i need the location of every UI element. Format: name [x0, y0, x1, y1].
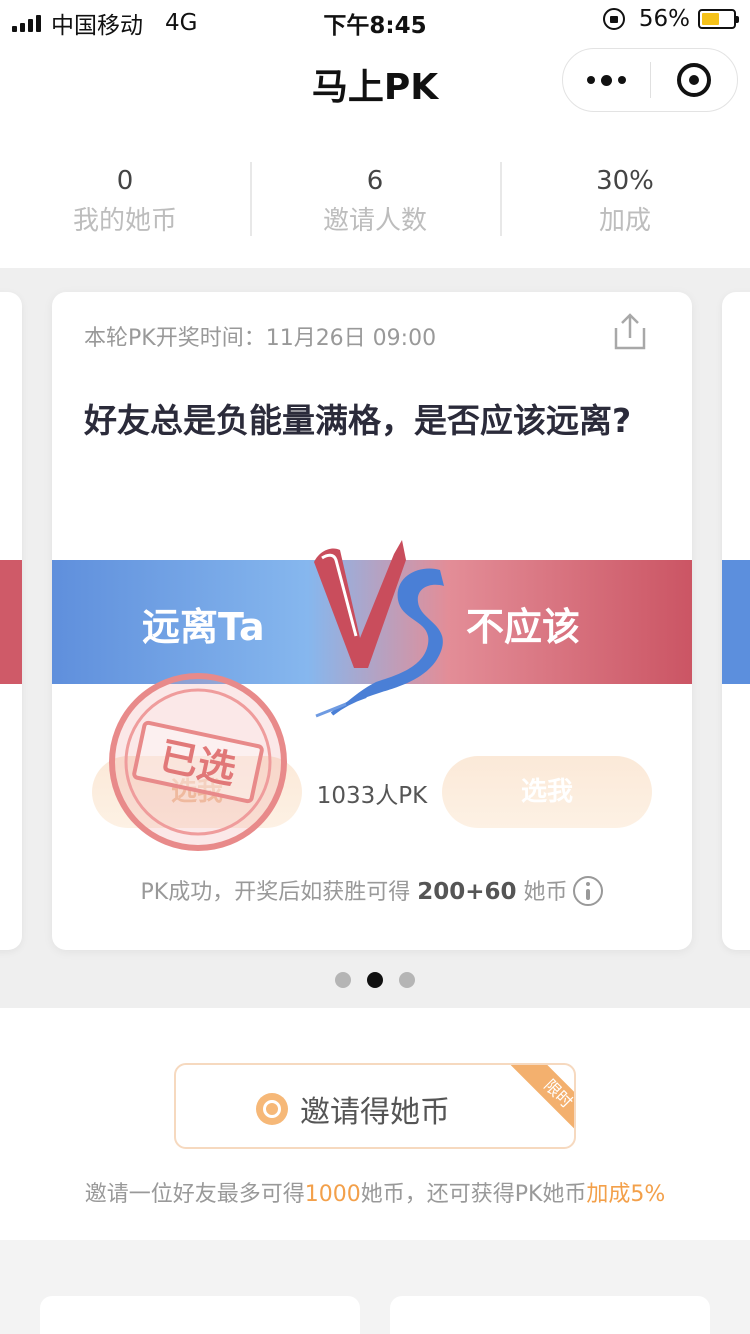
miniprogram-capsule	[562, 48, 738, 112]
draw-time: 本轮PK开奖时间：11月26日 09:00	[84, 326, 437, 351]
invite-button-label: 邀请得她币	[300, 1095, 450, 1130]
stat-invites[interactable]: 6 邀请人数	[250, 128, 500, 268]
nav-bar: 马上PK	[0, 40, 750, 128]
previous-card[interactable]	[0, 292, 22, 950]
invite-description: 邀请一位好友最多可得1000她币，还可获得PK她币加成5%	[0, 1176, 750, 1208]
more-icon	[586, 76, 595, 84]
limited-time-ribbon: 限时	[506, 1065, 574, 1135]
more-button[interactable]	[563, 48, 650, 112]
status-right: 56%	[602, 6, 739, 32]
carousel-dot[interactable]	[367, 972, 383, 988]
option-left-label: 远离Ta	[142, 605, 265, 649]
stat-label: 邀请人数	[322, 206, 427, 236]
battery-level	[702, 13, 719, 25]
next-card[interactable]	[722, 292, 750, 950]
reward-amount: 200+60	[417, 879, 517, 905]
stat-value: 6	[366, 166, 384, 196]
rotation-lock-icon	[602, 8, 625, 30]
pk-carousel[interactable]: 本轮PK开奖时间：11月26日 09:00 好友总是负能量满格，是否应该远离? …	[0, 268, 750, 1008]
reward-prefix: PK成功，开奖后如获胜可得	[140, 880, 418, 905]
carousel-dot[interactable]	[335, 972, 351, 988]
stat-label: 加成	[598, 206, 651, 236]
status-bar: 中国移动 4G 下午8:45 56%	[0, 0, 750, 40]
vs-logo	[314, 540, 444, 718]
bottom-card[interactable]	[390, 1296, 710, 1334]
selected-stamp: 已选	[109, 673, 287, 851]
option-right-label: 不应该	[466, 605, 581, 649]
stat-bonus[interactable]: 30% 加成	[500, 128, 750, 268]
bottom-card[interactable]	[40, 1296, 360, 1334]
close-button[interactable]	[651, 48, 738, 112]
stat-value: 0	[116, 166, 134, 196]
pick-right-button[interactable]: 选我	[442, 756, 652, 828]
battery-icon	[698, 9, 739, 29]
invite-desc-part: 她币，还可获得PK她币	[360, 1182, 587, 1207]
battery-percent: 56%	[638, 6, 690, 32]
invite-desc-highlight: 1000	[304, 1182, 361, 1207]
reward-text: PK成功，开奖后如获胜可得 200+60 她币	[52, 874, 692, 908]
invite-desc-highlight: 加成5%	[586, 1182, 666, 1207]
bottom-section	[0, 1256, 750, 1334]
invite-section: 邀请得她币 限时 邀请一位好友最多可得1000她币，还可获得PK她币加成5%	[0, 1008, 750, 1240]
carousel-dot[interactable]	[399, 972, 415, 988]
carousel-dots	[0, 972, 750, 988]
target-icon	[676, 63, 711, 97]
pk-card: 本轮PK开奖时间：11月26日 09:00 好友总是负能量满格，是否应该远离? …	[52, 292, 692, 950]
coin-icon	[256, 1093, 288, 1125]
stats-bar: 0 我的她币 6 邀请人数 30% 加成	[0, 128, 750, 268]
stat-coins[interactable]: 0 我的她币	[0, 128, 250, 268]
stat-value: 30%	[596, 166, 654, 196]
info-icon[interactable]	[573, 876, 604, 906]
invite-desc-part: 邀请一位好友最多可得	[84, 1182, 305, 1207]
share-icon[interactable]	[612, 312, 648, 352]
ribbon-text: 限时	[506, 1065, 574, 1135]
reward-suffix: 她币	[516, 880, 568, 905]
next-card-band	[722, 560, 750, 684]
pk-question: 好友总是负能量满格，是否应该远离?	[84, 401, 632, 440]
previous-card-band	[0, 560, 22, 684]
stat-label: 我的她币	[72, 206, 177, 236]
invite-button[interactable]: 邀请得她币 限时	[174, 1063, 576, 1149]
